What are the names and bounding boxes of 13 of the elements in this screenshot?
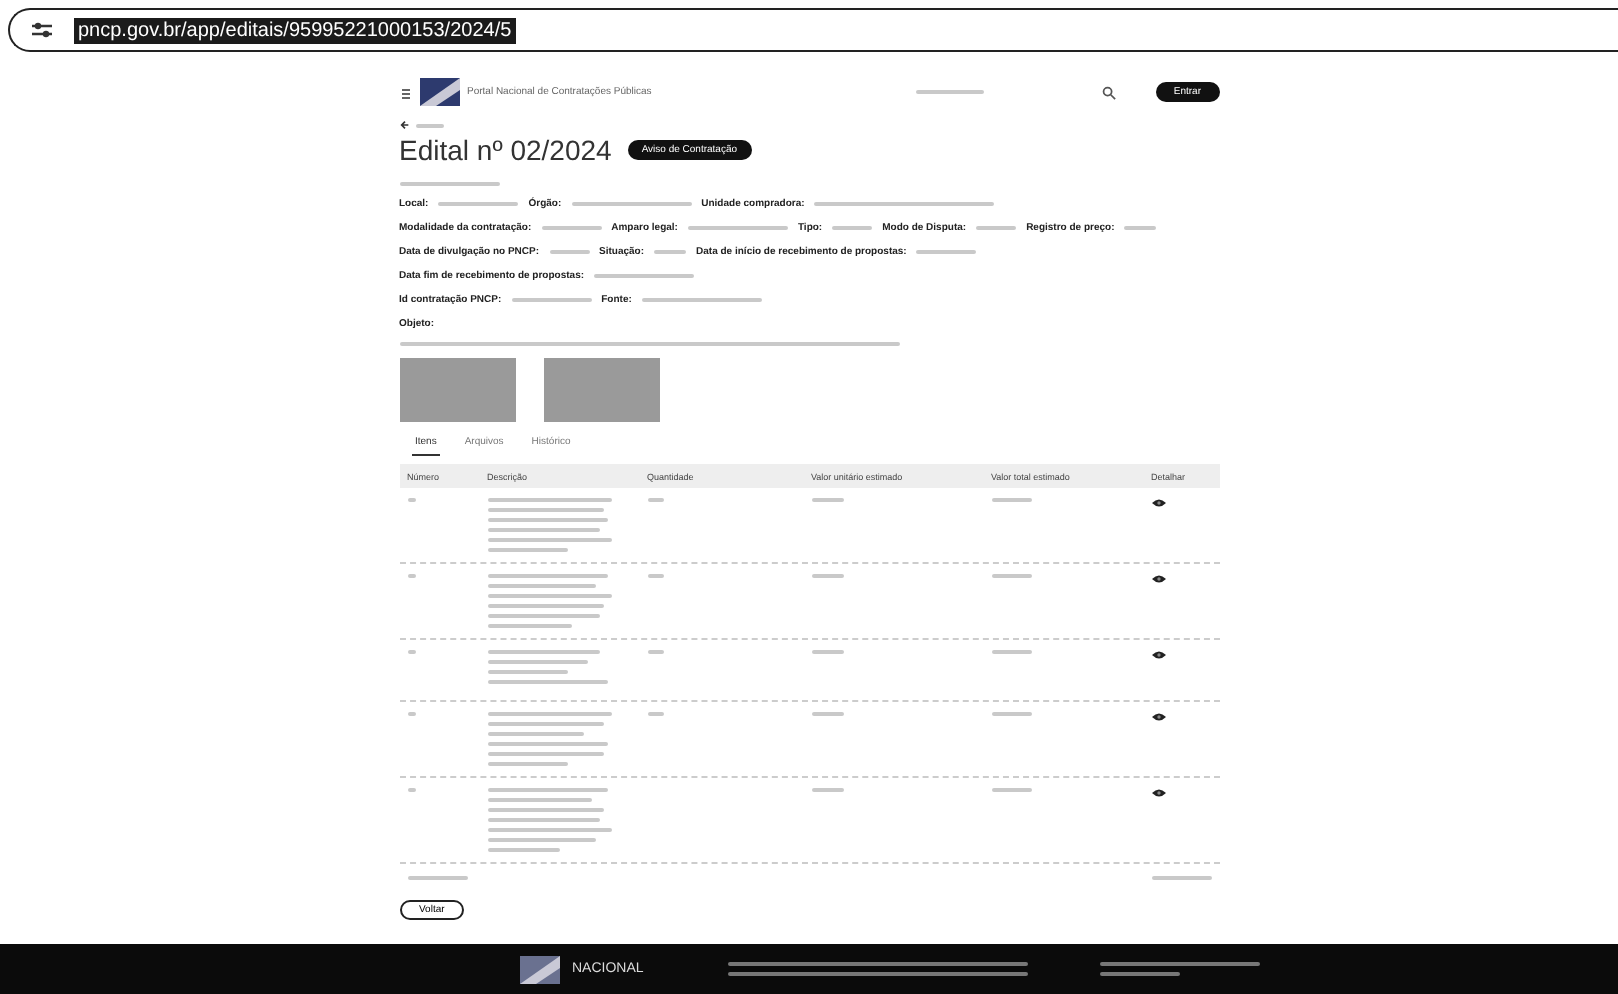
page-title: Edital nº 02/2024 bbox=[399, 134, 612, 166]
eye-icon[interactable] bbox=[1151, 574, 1165, 584]
url-text: pncp.gov.br/app/editais/95995221000153/2024/5 bbox=[74, 17, 516, 43]
eye-icon[interactable] bbox=[1151, 712, 1165, 722]
eye-icon[interactable] bbox=[1151, 498, 1165, 508]
search-icon[interactable] bbox=[1101, 85, 1116, 99]
logo-icon bbox=[520, 955, 560, 983]
site-settings-icon[interactable] bbox=[30, 20, 54, 40]
address-bar[interactable]: pncp.gov.br/app/editais/95995221000153/2024/5 bbox=[8, 8, 1618, 52]
eye-icon[interactable] bbox=[1151, 788, 1165, 798]
logo-icon bbox=[419, 78, 459, 106]
back-arrow-icon[interactable] bbox=[399, 120, 409, 130]
eye-icon[interactable] bbox=[1151, 650, 1165, 660]
